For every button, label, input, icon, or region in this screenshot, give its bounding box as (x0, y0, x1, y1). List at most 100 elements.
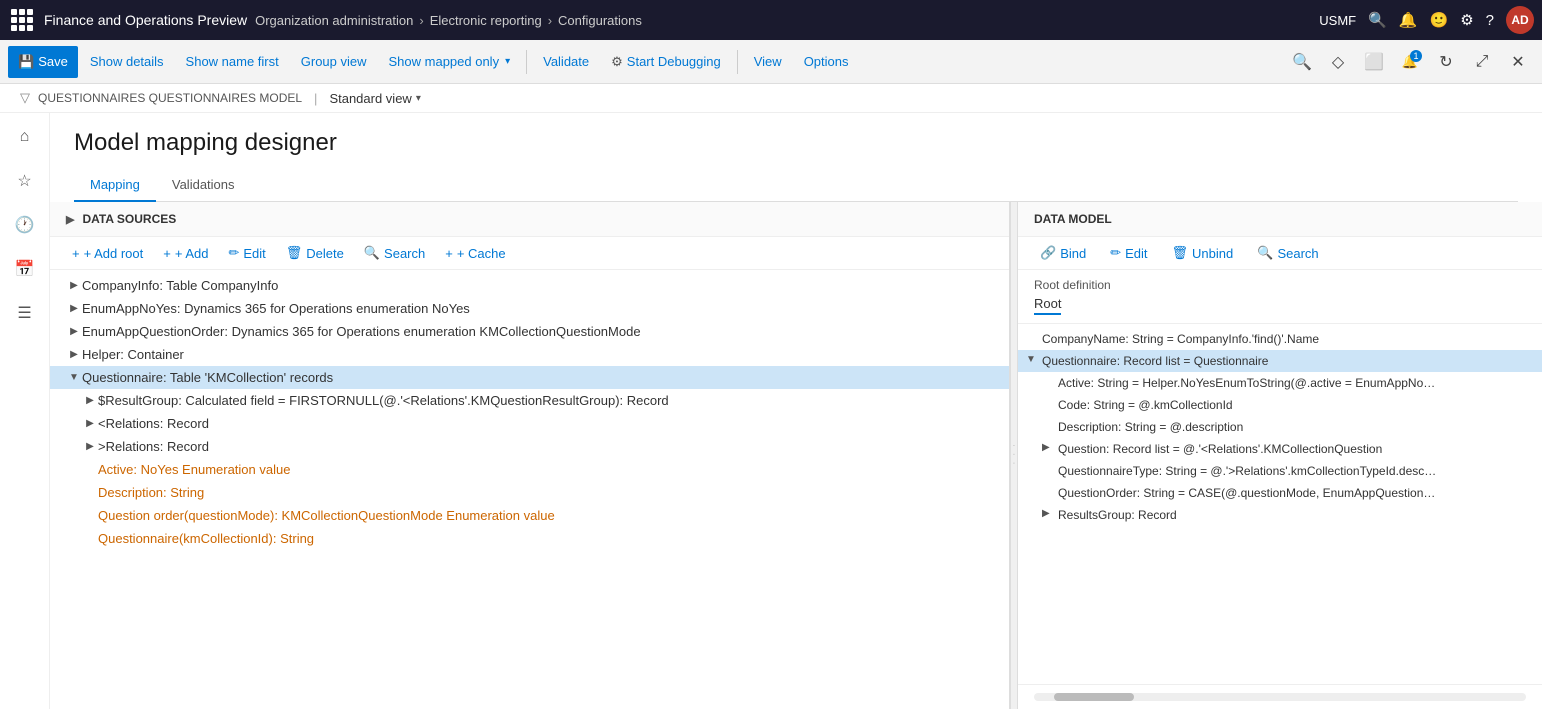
sidebar-calendar-icon[interactable]: 📅 (9, 253, 41, 285)
search-button[interactable]: 🔍 Search (358, 243, 431, 263)
sidebar-list-icon[interactable]: ☰ (9, 297, 41, 329)
drag-handle[interactable]: · · · (1010, 202, 1018, 709)
scrollbar-area (1018, 684, 1542, 709)
dm-search-button[interactable]: 🔍 Search (1251, 243, 1324, 263)
filter-icon[interactable]: ▽ (20, 90, 30, 106)
tree-item[interactable]: ▶>Relations: Record (50, 435, 1009, 458)
dm-tree-expand-icon: ▶ (1042, 442, 1058, 453)
dm-tree-item[interactable]: CompanyName: String = CompanyInfo.'find(… (1018, 328, 1542, 350)
avatar[interactable]: AD (1506, 6, 1534, 34)
sidebar-home-icon[interactable]: ⌂ (9, 121, 41, 153)
dm-edit-button[interactable]: ✏ Edit (1104, 243, 1153, 263)
data-model-header: DATA MODEL (1018, 202, 1542, 237)
validate-button[interactable]: Validate (533, 46, 599, 78)
breadcrumb-item-3[interactable]: Configurations (558, 13, 642, 28)
secondary-bar: ▽ QUESTIONNAIRES QUESTIONNAIRES MODEL | … (0, 84, 1542, 113)
tab-validations[interactable]: Validations (156, 169, 251, 202)
add-root-button[interactable]: + + Add root (66, 244, 149, 263)
root-definition-area: Root definition Root (1018, 270, 1542, 324)
edit-button[interactable]: ✏ Edit (222, 243, 271, 263)
start-debugging-button[interactable]: ⚙ Start Debugging (601, 46, 731, 78)
view-selector[interactable]: Standard view ▾ (329, 91, 420, 106)
tree-expand-icon: ▶ (82, 418, 98, 429)
tree-item[interactable]: Questionnaire(kmCollectionId): String (50, 527, 1009, 550)
notification-icon[interactable]: 🔔 (1399, 11, 1418, 29)
dm-tree-item[interactable]: ▶ResultsGroup: Record (1018, 504, 1542, 526)
unbind-label: Unbind (1192, 246, 1233, 261)
dm-tree-item[interactable]: QuestionOrder: String = CASE(@.questionM… (1018, 482, 1542, 504)
delete-button[interactable]: 🗑 Delete (280, 243, 350, 263)
start-debugging-label: Start Debugging (627, 54, 721, 69)
waffle-menu[interactable] (8, 6, 36, 34)
settings-icon[interactable]: ⚙ (1460, 11, 1473, 29)
expand-icon[interactable]: ⬜ (1358, 46, 1390, 78)
tree-item-text: $ResultGroup: Calculated field = FIRSTOR… (98, 393, 669, 408)
dm-tree-item-text: Code: String = @.kmCollectionId (1058, 398, 1233, 412)
refresh-icon[interactable]: ↻ (1430, 46, 1462, 78)
breadcrumb-item-1[interactable]: Organization administration (255, 13, 413, 28)
options-button[interactable]: Options (794, 46, 859, 78)
dm-tree-item[interactable]: QuestionnaireType: String = @.'>Relation… (1018, 460, 1542, 482)
sidebar-star-icon[interactable]: ☆ (9, 165, 41, 197)
show-name-first-button[interactable]: Show name first (176, 46, 289, 78)
top-nav-bar: Finance and Operations Preview Organizat… (0, 0, 1542, 40)
add-button[interactable]: + + Add (157, 244, 214, 263)
view-button[interactable]: View (744, 46, 792, 78)
options-label: Options (804, 54, 849, 69)
group-view-button[interactable]: Group view (291, 46, 377, 78)
tab-mapping[interactable]: Mapping (74, 169, 156, 202)
unbind-icon: 🗑 (1172, 245, 1189, 261)
dm-tree-expand-icon: ▶ (1042, 508, 1058, 519)
splitter-layout: ▶ DATA SOURCES + + Add root + + Add ✏ Ed… (50, 202, 1542, 709)
show-mapped-only-button[interactable]: Show mapped only ▾ (379, 46, 521, 78)
dm-tree-item[interactable]: Description: String = @.description (1018, 416, 1542, 438)
tree-item[interactable]: Description: String (50, 481, 1009, 504)
tree-item[interactable]: Active: NoYes Enumeration value (50, 458, 1009, 481)
save-button[interactable]: 💾 Save (8, 46, 78, 78)
dm-tree-item[interactable]: ▶Question: Record list = @.'<Relations'.… (1018, 438, 1542, 460)
close-icon[interactable]: ✕ (1502, 46, 1534, 78)
unbind-button[interactable]: 🗑 Unbind (1166, 243, 1240, 263)
smiley-icon[interactable]: 🙂 (1430, 11, 1449, 29)
show-details-button[interactable]: Show details (80, 46, 174, 78)
breadcrumb-sep-1: › (419, 13, 423, 28)
scrollbar-track[interactable] (1034, 693, 1526, 701)
data-sources-header: ▶ DATA SOURCES (50, 202, 1009, 237)
tree-item-text: Description: String (98, 485, 204, 500)
dm-tree-item[interactable]: Active: String = Helper.NoYesEnumToStrin… (1018, 372, 1542, 394)
scrollbar-thumb[interactable] (1054, 693, 1134, 701)
breadcrumb-sep-2: › (548, 13, 552, 28)
breadcrumb-item-2[interactable]: Electronic reporting (430, 13, 542, 28)
tree-item[interactable]: Question order(questionMode): KMCollecti… (50, 504, 1009, 527)
help-icon[interactable]: ? (1486, 12, 1494, 29)
search-icon[interactable]: 🔍 (1368, 11, 1387, 29)
popout-icon[interactable]: ⤢ (1466, 46, 1498, 78)
tree-item[interactable]: ▶EnumAppNoYes: Dynamics 365 for Operatio… (50, 297, 1009, 320)
tree-item[interactable]: ▶EnumAppQuestionOrder: Dynamics 365 for … (50, 320, 1009, 343)
tree-item[interactable]: ▼Questionnaire: Table 'KMCollection' rec… (50, 366, 1009, 389)
tree-item[interactable]: ▶$ResultGroup: Calculated field = FIRSTO… (50, 389, 1009, 412)
dm-tree-item[interactable]: Code: String = @.kmCollectionId (1018, 394, 1542, 416)
search-label: Search (384, 246, 425, 261)
dm-tree-item-text: Question: Record list = @.'<Relations'.K… (1058, 442, 1382, 456)
dm-tree-item-text: Questionnaire: Record list = Questionnai… (1042, 354, 1268, 368)
left-sidebar: ⌂ ☆ 🕐 📅 ☰ (0, 113, 50, 709)
data-sources-expand-icon[interactable]: ▶ (66, 213, 74, 226)
bind-button[interactable]: 🔗 Bind (1034, 243, 1092, 263)
data-model-toolbar: 🔗 Bind ✏ Edit 🗑 Unbind 🔍 Search (1018, 237, 1542, 270)
badge-icon[interactable]: 🔔 1 (1394, 46, 1426, 78)
cache-icon: + (445, 246, 453, 261)
tree-item[interactable]: ▶CompanyInfo: Table CompanyInfo (50, 274, 1009, 297)
tree-item-text: Active: NoYes Enumeration value (98, 462, 290, 477)
secondary-breadcrumb: QUESTIONNAIRES QUESTIONNAIRES MODEL (38, 91, 302, 105)
app-title: Finance and Operations Preview (44, 12, 247, 28)
dm-tree-item[interactable]: ▼Questionnaire: Record list = Questionna… (1018, 350, 1542, 372)
tree-item[interactable]: ▶<Relations: Record (50, 412, 1009, 435)
search-toolbar-icon[interactable]: 🔍 (1286, 46, 1318, 78)
cache-button[interactable]: + + Cache (439, 244, 511, 263)
toolbar-right: 🔍 ◇ ⬜ 🔔 1 ↻ ⤢ ✕ (1286, 46, 1534, 78)
tree-item[interactable]: ▶Helper: Container (50, 343, 1009, 366)
diamond-icon[interactable]: ◇ (1322, 46, 1354, 78)
save-icon: 💾 (18, 54, 34, 70)
sidebar-clock-icon[interactable]: 🕐 (9, 209, 41, 241)
